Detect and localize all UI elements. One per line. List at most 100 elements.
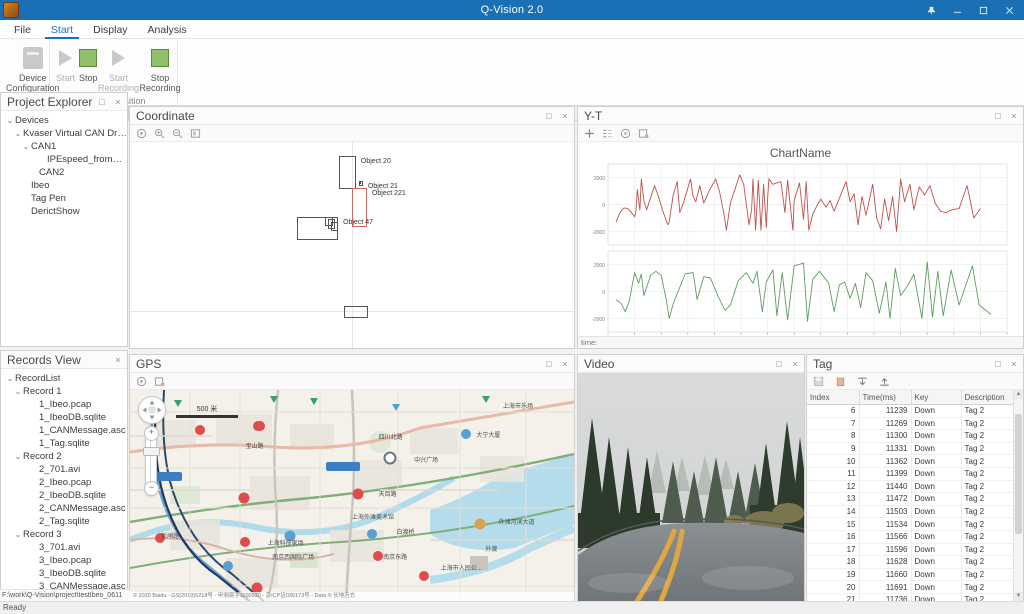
map-canvas[interactable]: + − 500 米 宝山路四川北路大宁大厦中兴广场上海市乐场天目路上海外滩美术馆… [130, 390, 574, 601]
table-row[interactable]: 1911660DownTag 2 [807, 568, 1014, 581]
delete-icon[interactable] [835, 376, 846, 387]
start-button[interactable]: Start [54, 42, 77, 86]
table-row[interactable]: 1011362DownTag 2 [807, 455, 1014, 468]
export-icon[interactable] [879, 376, 890, 387]
scrollbar-thumb[interactable] [1015, 414, 1022, 534]
records-view-node[interactable]: 1_Ibeo.pcap [3, 398, 127, 411]
column-header-index[interactable]: Index [807, 390, 859, 405]
project-explorer-node[interactable]: Tag Pen [3, 192, 127, 205]
float-icon[interactable]: □ [991, 357, 1005, 370]
zoom-out-icon[interactable] [172, 128, 183, 139]
table-row[interactable]: 1411503DownTag 2 [807, 505, 1014, 518]
float-icon[interactable]: □ [991, 109, 1005, 122]
project-explorer-tree[interactable]: ⌄Devices⌄Kvaser Virtual CAN Driver⌄CAN1I… [1, 111, 127, 218]
map-zoom-in-button[interactable]: + [144, 426, 159, 441]
table-row[interactable]: 1311472DownTag 2 [807, 493, 1014, 506]
close-icon[interactable]: × [111, 95, 125, 108]
start-recording-button[interactable]: Start Recording [100, 42, 138, 96]
import-icon[interactable] [857, 376, 868, 387]
table-row[interactable]: 2111736DownTag 2 [807, 593, 1014, 601]
project-explorer-node[interactable]: ⌄Devices [3, 114, 127, 127]
records-view-node[interactable]: 1_IbeoDB.sqlite [3, 411, 127, 424]
records-view-node[interactable]: 2_701.avi [3, 463, 127, 476]
stop-button[interactable]: Stop [77, 42, 100, 86]
chevron-down-icon[interactable]: ⌄ [21, 142, 31, 151]
close-icon[interactable]: × [111, 353, 125, 366]
ribbon-tab-analysis[interactable]: Analysis [138, 22, 197, 38]
pan-icon[interactable] [620, 128, 631, 139]
video-frame[interactable] [578, 373, 804, 601]
column-header-description[interactable]: Description [961, 390, 1014, 405]
snapshot-icon[interactable] [638, 128, 649, 139]
records-view-node[interactable]: ⌄Record 1 [3, 385, 127, 398]
column-header-key[interactable]: Key [911, 390, 961, 405]
tag-table[interactable]: Index Time(ms) Key Description 611239Dow… [807, 390, 1014, 601]
stop-recording-button[interactable]: Stop Recording [138, 42, 183, 96]
table-row[interactable]: 911331DownTag 2 [807, 442, 1014, 455]
scroll-down-arrow-icon[interactable]: ▼ [1014, 592, 1023, 601]
map-navigation-control[interactable]: + − [138, 396, 164, 496]
records-view-node[interactable]: 2_Tag.sqlite [3, 515, 127, 528]
project-explorer-node[interactable]: Ibeo [3, 179, 127, 192]
video-body[interactable] [578, 373, 804, 601]
add-curve-icon[interactable] [584, 128, 595, 139]
records-view-node[interactable]: ⌄Record 2 [3, 450, 127, 463]
records-view-node[interactable]: 3_CANMessage.asc [3, 580, 127, 589]
close-icon[interactable]: × [558, 357, 572, 370]
chevron-down-icon[interactable]: ⌄ [13, 129, 23, 138]
table-row[interactable]: 711269DownTag 2 [807, 417, 1014, 430]
fit-view-icon[interactable] [190, 128, 201, 139]
records-view-node[interactable]: ⌄Record 3 [3, 528, 127, 541]
coordinate-object-box[interactable] [331, 222, 338, 231]
coordinate-canvas[interactable]: Object 20Object 21Object 221Object 47 [130, 142, 574, 348]
table-row[interactable]: 811300DownTag 2 [807, 430, 1014, 443]
project-explorer-node[interactable]: ⌄Kvaser Virtual CAN Driver [3, 127, 127, 140]
close-icon[interactable]: × [558, 109, 572, 122]
project-explorer-node[interactable]: ⌄CAN1 [3, 140, 127, 153]
records-view-node[interactable]: 2_IbeoDB.sqlite [3, 489, 127, 502]
table-row[interactable]: 1511534DownTag 2 [807, 518, 1014, 531]
table-row[interactable]: 1711596DownTag 2 [807, 543, 1014, 556]
scroll-up-arrow-icon[interactable]: ▲ [1014, 390, 1023, 399]
ribbon-tab-start[interactable]: Start [41, 22, 83, 38]
map-zoom-slider[interactable]: + − [145, 426, 157, 496]
map-zoom-handle[interactable] [143, 447, 160, 456]
close-icon[interactable]: × [1007, 109, 1021, 122]
tag-body[interactable]: Index Time(ms) Key Description 611239Dow… [807, 390, 1023, 601]
table-row[interactable]: 1211440DownTag 2 [807, 480, 1014, 493]
table-row[interactable]: 611239DownTag 2 [807, 405, 1014, 418]
save-icon[interactable] [813, 376, 824, 387]
tag-table-scrollbar[interactable]: ▲ ▼ [1013, 390, 1023, 601]
float-icon[interactable]: □ [772, 357, 786, 370]
records-view-node[interactable]: 2_Ibeo.pcap [3, 476, 127, 489]
records-view-node[interactable]: 1_CANMessage.asc [3, 424, 127, 437]
column-header-time[interactable]: Time(ms) [859, 390, 911, 405]
project-explorer-node[interactable]: DerictShow [3, 205, 127, 218]
gps-body[interactable]: + − 500 米 宝山路四川北路大宁大厦中兴广场上海市乐场天目路上海外滩美术馆… [130, 390, 574, 601]
coordinate-object-box[interactable] [339, 156, 357, 189]
project-explorer-node[interactable]: CAN2 [3, 166, 127, 179]
yt-body[interactable]: ChartName -200002000-2000020000123456789… [578, 142, 1023, 336]
chevron-down-icon[interactable]: ⌄ [13, 530, 23, 539]
minimize-button[interactable] [944, 0, 970, 20]
table-row[interactable]: 2011691DownTag 2 [807, 581, 1014, 594]
float-icon[interactable]: □ [542, 109, 556, 122]
map-pan-pad[interactable] [138, 396, 166, 424]
float-icon[interactable]: □ [95, 95, 109, 108]
chart-plot-area[interactable]: -200002000-20000200001234567891011121314… [578, 160, 1023, 336]
chevron-down-icon[interactable]: ⌄ [5, 374, 15, 383]
table-row[interactable]: 1811628DownTag 2 [807, 556, 1014, 569]
ribbon-tab-file[interactable]: File [4, 22, 41, 38]
chevron-down-icon[interactable]: ⌄ [5, 116, 15, 125]
list-icon[interactable] [602, 128, 613, 139]
ribbon-tab-display[interactable]: Display [83, 22, 137, 38]
table-row[interactable]: 1611566DownTag 2 [807, 530, 1014, 543]
pan-icon[interactable] [136, 376, 147, 387]
records-view-node[interactable]: ⌄RecordList [3, 372, 127, 385]
snapshot-icon[interactable] [154, 376, 165, 387]
chevron-down-icon[interactable]: ⌄ [13, 452, 23, 461]
pin-button[interactable] [918, 0, 944, 20]
project-explorer-node[interactable]: IPEspeed_from_V01_02... [3, 153, 127, 166]
records-view-node[interactable]: 3_IbeoDB.sqlite [3, 567, 127, 580]
records-view-node[interactable]: 1_Tag.sqlite [3, 437, 127, 450]
